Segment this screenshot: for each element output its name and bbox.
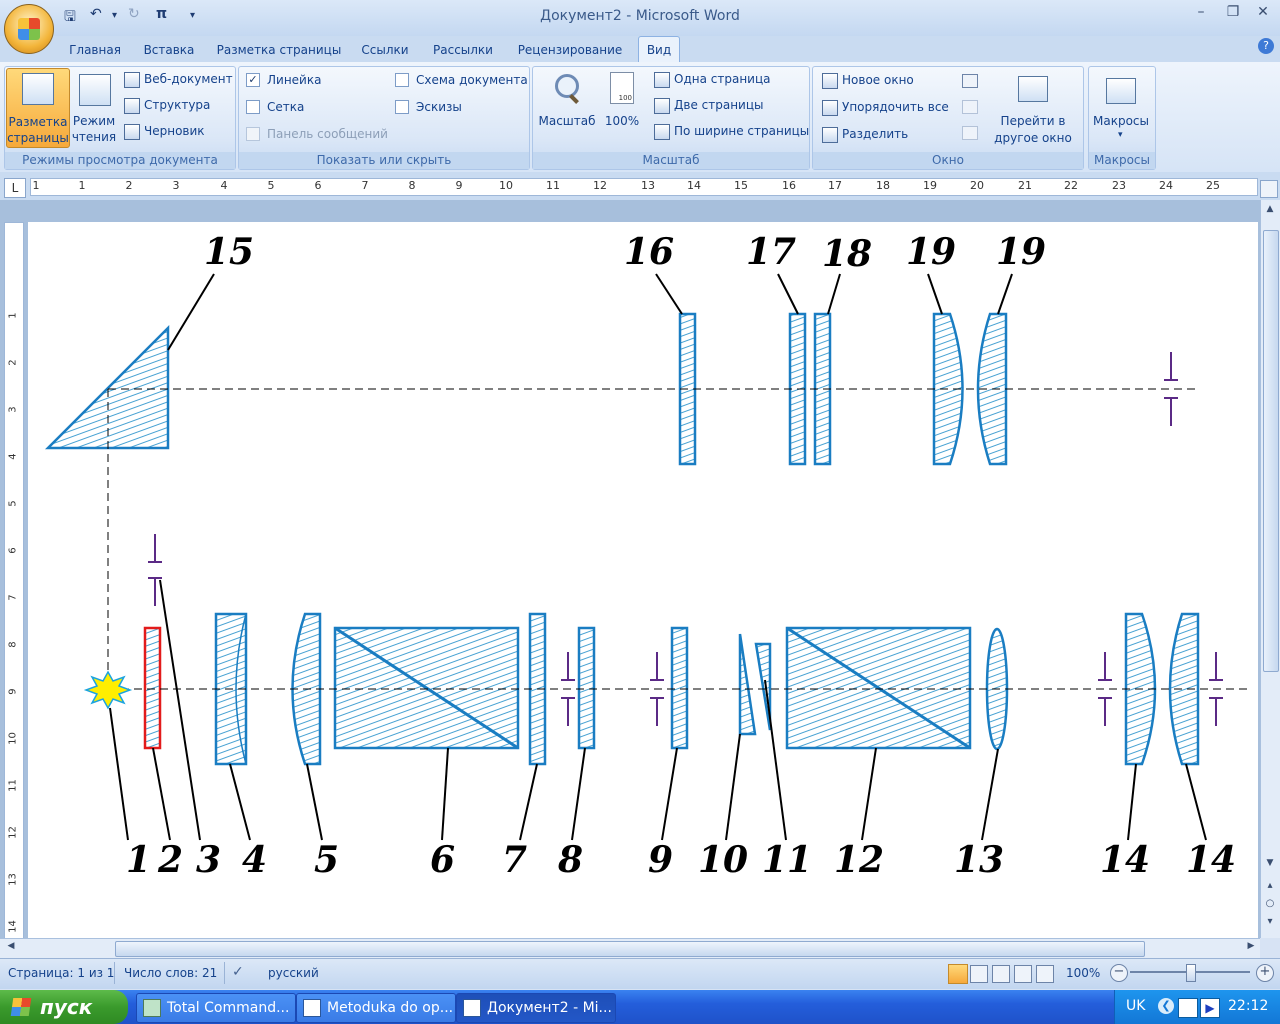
word-doc-icon (303, 999, 321, 1017)
tray-app-icon[interactable] (1178, 998, 1198, 1018)
label-3: 3 (196, 839, 221, 881)
label-10: 10 (698, 839, 748, 881)
status-divider (114, 962, 115, 984)
start-button[interactable]: пуск (0, 990, 128, 1024)
windows-logo-icon (10, 998, 32, 1016)
web-view-icon[interactable] (992, 965, 1010, 983)
input-language[interactable]: UK (1126, 998, 1145, 1014)
zoom-level[interactable]: 100% (1066, 966, 1100, 980)
taskbar-item-document2[interactable]: Документ2 - Mi... (456, 993, 616, 1023)
label-15: 15 (204, 231, 254, 273)
light-source-icon (83, 670, 133, 710)
label-16: 16 (624, 231, 674, 273)
language-indicator[interactable]: русский (268, 966, 319, 980)
label-7: 7 (502, 839, 527, 881)
label-12: 12 (834, 839, 884, 881)
taskbar-item-total-commander[interactable]: Total Command... (136, 993, 296, 1023)
scroll-down-icon[interactable]: ▼ (1263, 858, 1277, 872)
vertical-scroll-thumb[interactable] (1263, 230, 1279, 672)
label-14a: 14 (1100, 839, 1150, 881)
total-commander-icon (143, 999, 161, 1017)
element-8 (577, 626, 596, 750)
label-2: 2 (157, 839, 183, 881)
tray-expand-icon[interactable]: ❮ (1158, 998, 1174, 1014)
label-8: 8 (557, 839, 583, 881)
page-count[interactable]: Страница: 1 из 1 (8, 966, 114, 980)
clock: 22:12 (1228, 998, 1269, 1014)
label-11: 11 (762, 839, 812, 881)
office-logo-icon (18, 18, 40, 40)
view-buttons (946, 962, 1056, 984)
zoom-in-icon[interactable]: + (1256, 964, 1274, 982)
label-4: 4 (242, 839, 267, 881)
optical-diagram: 15 16 17 18 19 19 1 2 3 4 5 6 7 8 9 10 1… (44, 231, 1248, 881)
office-button[interactable] (4, 4, 54, 54)
word-doc-icon (463, 999, 481, 1017)
scroll-left-icon[interactable]: ◀ (4, 941, 18, 955)
element-9 (670, 626, 689, 750)
spelling-check-icon[interactable]: ✓ (232, 964, 244, 980)
draft-view-icon[interactable] (1036, 965, 1054, 983)
next-page-icon[interactable]: ▾ (1263, 916, 1277, 930)
media-player-icon[interactable]: ▶ (1200, 998, 1220, 1018)
label-1: 1 (126, 839, 151, 881)
element-2 (143, 626, 162, 750)
taskbar-item-label: Total Command... (167, 1000, 290, 1016)
taskbar-item-metoduka[interactable]: Metoduka do op... (296, 993, 456, 1023)
zoom-slider-thumb[interactable] (1186, 964, 1196, 982)
outline-view-icon[interactable] (1014, 965, 1032, 983)
reading-view-icon[interactable] (970, 965, 988, 983)
wedge-10 (738, 633, 757, 736)
taskbar-item-label: Документ2 - Mi... (487, 1000, 612, 1016)
label-9: 9 (648, 839, 673, 881)
label-18: 18 (822, 233, 872, 275)
prev-page-icon[interactable]: ▴ (1263, 880, 1277, 894)
select-browse-object-icon[interactable]: ○ (1263, 898, 1277, 912)
scroll-right-icon[interactable]: ▶ (1244, 941, 1258, 955)
horizontal-scroll-thumb[interactable] (115, 941, 1145, 957)
label-17: 17 (746, 231, 796, 273)
taskbar-item-label: Metoduka do op... (327, 1000, 454, 1016)
label-19a: 19 (906, 231, 956, 273)
start-label: пуск (40, 995, 93, 1019)
zoom-out-icon[interactable]: − (1110, 964, 1128, 982)
print-layout-view-icon[interactable] (948, 964, 968, 984)
label-19b: 19 (996, 231, 1046, 273)
status-divider (224, 962, 225, 984)
wedge-11 (754, 642, 772, 731)
label-13: 13 (954, 839, 1004, 881)
leader-lines (109, 273, 1207, 841)
word-count[interactable]: Число слов: 21 (124, 966, 217, 980)
label-5: 5 (314, 839, 339, 881)
scroll-up-icon[interactable]: ▲ (1263, 204, 1277, 218)
label-6: 6 (430, 839, 455, 881)
label-14b: 14 (1186, 839, 1236, 881)
